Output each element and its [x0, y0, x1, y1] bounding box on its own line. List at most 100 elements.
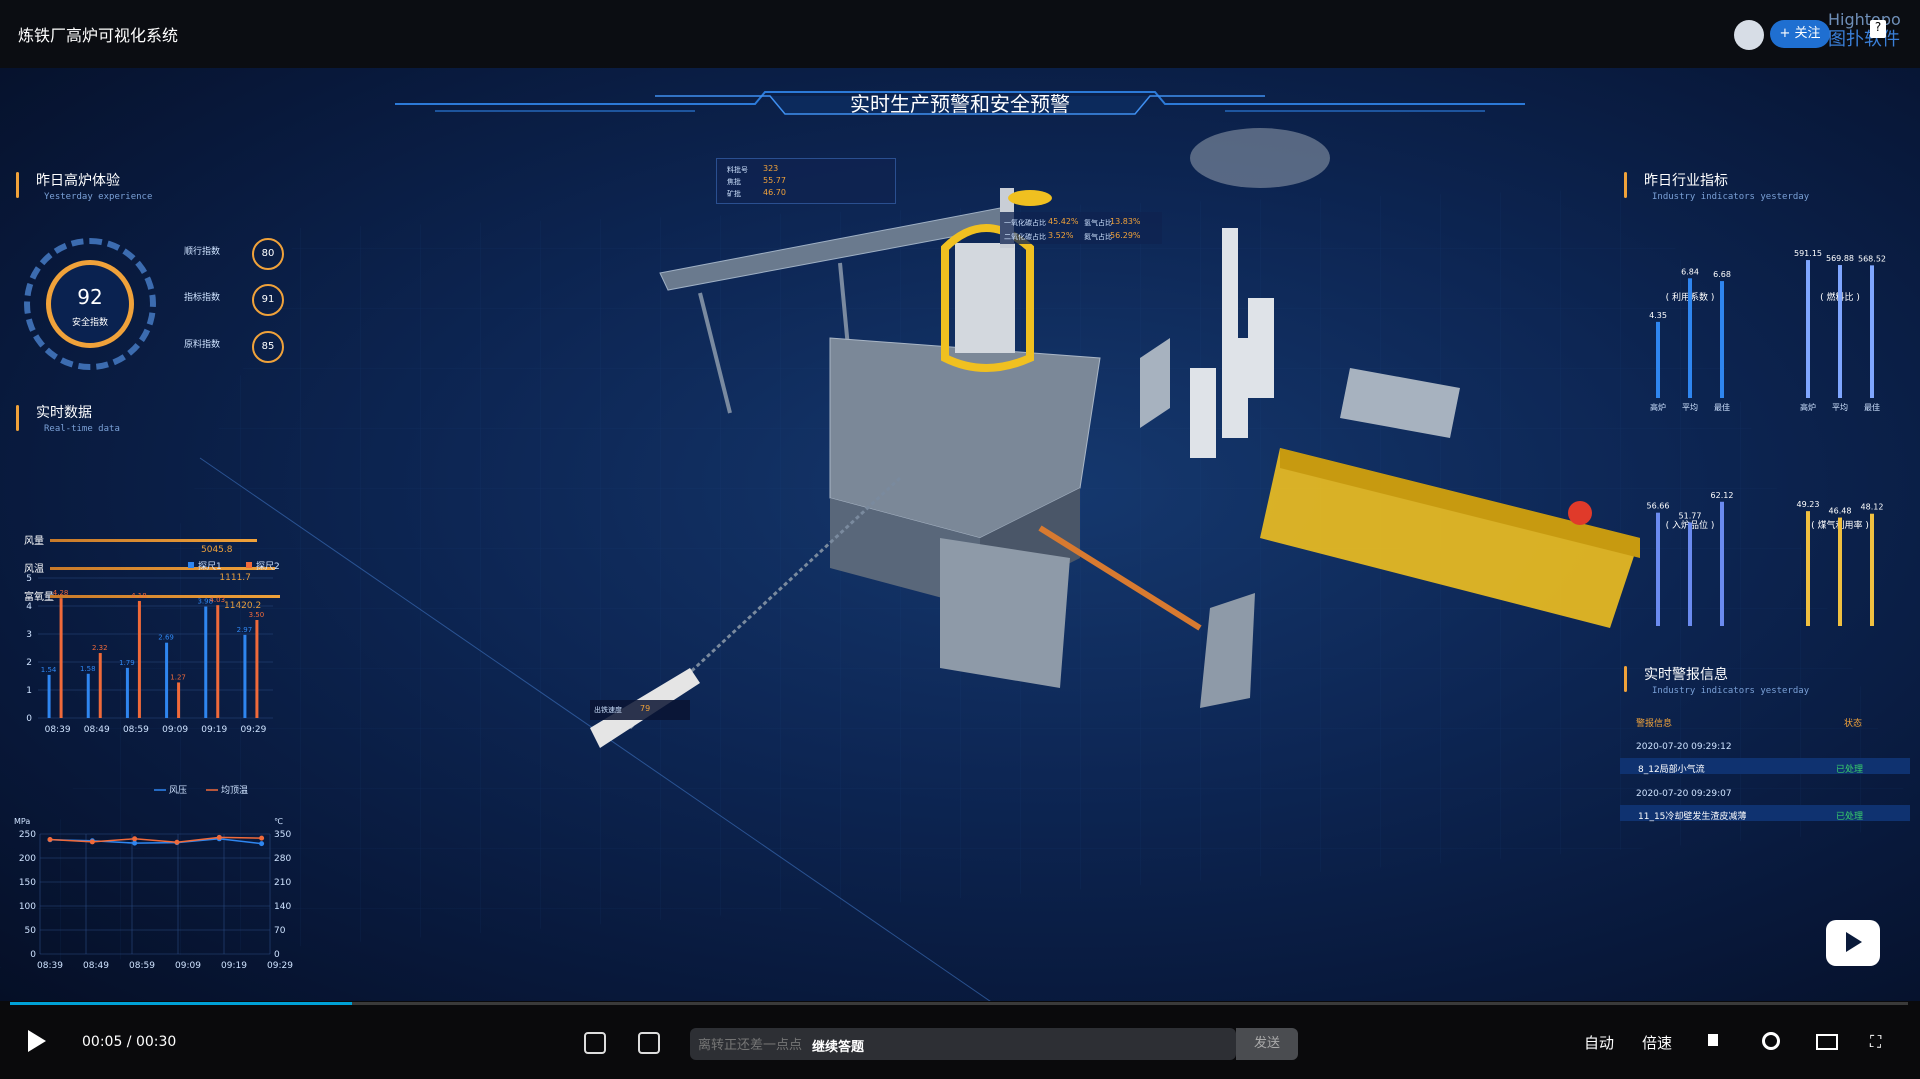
follow-button[interactable]: + 关注: [1770, 20, 1830, 48]
mini-bar-label: 62.12: [1711, 491, 1734, 500]
speed-button[interactable]: 倍速: [1642, 1032, 1672, 1053]
bar: [165, 642, 169, 718]
alarm-time: 2020-07-20 09:29:12: [1636, 742, 1732, 752]
bar-label: 2.32: [92, 644, 108, 652]
danmaku-input-box[interactable]: 继续答题: [690, 1028, 1236, 1062]
y-tick-label: 2: [26, 658, 32, 668]
bar: [177, 682, 181, 718]
y-tick-label: 100: [19, 902, 36, 912]
mini-bar: [1806, 260, 1810, 398]
index-value-indicator: 91: [252, 284, 284, 316]
index-value-material: 85: [252, 331, 284, 363]
y2-tick-label: 210: [274, 878, 291, 888]
danmaku-input[interactable]: [696, 1028, 1120, 1062]
legend-label: 均顶温: [221, 784, 248, 796]
danmaku-cta[interactable]: 继续答题: [812, 1036, 864, 1055]
mini-bar-label: 48.12: [1861, 503, 1884, 512]
quality-auto-button[interactable]: 自动: [1584, 1032, 1614, 1053]
gauge-ring: 92 安全指数: [46, 260, 134, 348]
alarm-state: 已处理: [1836, 812, 1864, 822]
hud-key: 出铁速度: [594, 706, 622, 714]
progress-fill: [10, 1002, 352, 1005]
safety-gauge: 92 安全指数: [24, 238, 156, 370]
y2-axis-unit: ℃: [274, 817, 283, 826]
hud-key: 氮气占比: [1084, 233, 1112, 241]
bilibili-tv-icon[interactable]: [1826, 920, 1880, 966]
bar: [98, 653, 102, 718]
time-total: 00:30: [135, 1034, 177, 1050]
brand-name-en: Hightopo: [1828, 10, 1901, 29]
danmaku-settings-icon[interactable]: [638, 1032, 660, 1054]
send-button[interactable]: 发送: [1236, 1028, 1298, 1060]
bar-label: 3.50: [249, 611, 265, 619]
hud-value: 13.83%: [1110, 217, 1141, 226]
tv-play-glyph: [1846, 932, 1862, 952]
hud-key: 二氧化碳占比: [1004, 233, 1046, 241]
bar: [216, 605, 220, 718]
panel-bracket: [16, 172, 19, 198]
bar-label: 1.54: [41, 666, 57, 674]
danmaku-toggle-icon[interactable]: [584, 1032, 606, 1054]
chimney-and-stoves: [1190, 128, 1330, 458]
x-tick-label: 08:39: [45, 725, 71, 735]
index-label-material: 原料指数: [184, 340, 221, 350]
hud-key: 料批号: [727, 166, 748, 174]
alarm-text: 11_15冷却壁发生渣皮减薄: [1638, 812, 1747, 822]
y-tick-label: 50: [25, 926, 37, 936]
industry-subtitle: Industry indicators yesterday: [1652, 192, 1810, 202]
bar: [137, 600, 141, 718]
mini-bar-label: 569.88: [1826, 254, 1854, 263]
mini-bar-label: 6.84: [1681, 267, 1699, 276]
play-icon[interactable]: [28, 1030, 46, 1052]
legend-swatch: [246, 562, 252, 568]
mini-bar-label: 591.15: [1794, 249, 1822, 258]
mini-bar: [1720, 501, 1724, 626]
progress-bar[interactable]: [10, 1002, 1908, 1005]
mini-bar: [1870, 265, 1874, 398]
series-point: [47, 836, 53, 842]
alarms-subtitle: Industry indicators yesterday: [1652, 686, 1810, 696]
x-tick-label: 09:29: [240, 725, 266, 735]
mini-x-label: 平均: [1832, 402, 1848, 412]
time-display: 00:05 / 00:30: [82, 1034, 177, 1050]
hud-value: 3.52%: [1048, 231, 1074, 240]
settings-gear-icon[interactable]: [1762, 1032, 1780, 1050]
bar-label: 1.27: [170, 673, 186, 681]
mini-bar-label: 56.66: [1647, 502, 1670, 511]
bar-label: 2.69: [158, 634, 174, 642]
fullscreen-icon[interactable]: ⛶: [1870, 1032, 1890, 1052]
batch-info-panel: 料批号 323 焦批 55.77 矿批 46.70: [716, 158, 896, 204]
hud-value: 46.70: [763, 188, 786, 197]
alarm-col-info: 警报信息: [1636, 719, 1673, 729]
y-tick-label: 200: [19, 854, 36, 864]
alarms-title: 实时警报信息: [1644, 667, 1728, 683]
mini-bar-label: 49.23: [1797, 500, 1820, 509]
bar-label: 4.18: [131, 592, 147, 600]
mini-bar: [1656, 512, 1660, 626]
x-tick-label: 08:59: [123, 725, 149, 735]
series-point: [259, 835, 265, 841]
gas-ratio-panel: 一氧化碳占比 45.42% 氢气占比 13.83% 二氧化碳占比 3.52% 氮…: [1000, 212, 1162, 244]
bar: [59, 598, 63, 718]
help-icon[interactable]: ?: [1870, 20, 1886, 38]
mini-bar: [1688, 278, 1692, 398]
realtime-title: 实时数据: [36, 405, 92, 421]
bar-label: 1.79: [119, 659, 135, 667]
bar: [243, 634, 247, 718]
mini-bar: [1720, 281, 1724, 398]
panel-bracket: [1624, 172, 1627, 198]
pressure-temp-line-chart: 风压 均顶温 MPa ℃ 0 0 50 70 100 140 150 210 200 280 250 350 0…: [14, 784, 293, 971]
avatar[interactable]: [1734, 20, 1764, 50]
mini-bar: [1838, 265, 1842, 398]
widescreen-icon[interactable]: [1816, 1034, 1838, 1050]
bar: [47, 674, 51, 718]
index-label-smooth: 顺行指数: [184, 247, 221, 257]
alarm-time: 2020-07-20 09:29:07: [1636, 789, 1732, 799]
index-label-indicator: 指标指数: [184, 293, 221, 303]
mini-bar: [1838, 517, 1842, 626]
x-tick-label: 09:09: [162, 725, 188, 735]
realtime-bar: [50, 539, 257, 542]
y-tick-label: 4: [26, 602, 32, 612]
volume-icon[interactable]: [1708, 1034, 1718, 1046]
video-stage[interactable]: 实时生产预警和安全预警 料批号 323 焦批 55.77 矿批 46.70 一氧…: [0, 68, 1920, 1001]
